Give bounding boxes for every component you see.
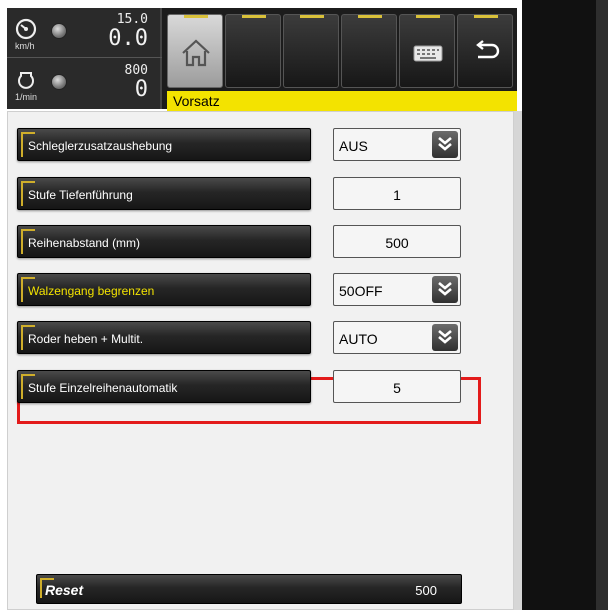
- engine-icon: [18, 72, 34, 89]
- rpm-unit: 1/min: [15, 92, 38, 102]
- button-accent: [184, 15, 208, 18]
- reset-label: Reset: [45, 582, 84, 598]
- button-accent: [21, 374, 23, 399]
- row-label: Reihenabstand (mm): [28, 236, 141, 250]
- toolbar-button-2[interactable]: [225, 14, 281, 88]
- right-side-panel: [522, 0, 608, 610]
- page-title: Vorsatz: [173, 93, 220, 109]
- value-field-stufe-einzelreihenautomatik[interactable]: 5: [333, 370, 461, 403]
- button-accent: [21, 132, 35, 134]
- scroll-strip: [514, 111, 522, 610]
- select-walzengang-begrenzen[interactable]: 50OFF: [333, 273, 461, 306]
- settings-panel: Schleglerzusatzaushebung AUS Stufe Tiefe…: [7, 111, 514, 610]
- button-accent: [21, 181, 23, 206]
- button-accent: [21, 229, 35, 231]
- select-schleglerzusatzaushebung[interactable]: AUS: [333, 128, 461, 161]
- row-button-roder-heben[interactable]: Roder heben + Multit.: [17, 321, 311, 354]
- rpm-value: 0: [134, 77, 148, 102]
- row-label: Walzengang begrenzen: [28, 284, 155, 298]
- row-button-stufe-tiefenfuehrung[interactable]: Stufe Tiefenführung: [17, 177, 311, 210]
- field-value: 1: [393, 187, 401, 203]
- row-button-walzengang-begrenzen[interactable]: Walzengang begrenzen: [17, 273, 311, 306]
- speed-unit: km/h: [15, 41, 35, 51]
- speed-indicator-led: [51, 23, 67, 39]
- dropdown-button[interactable]: [432, 276, 458, 303]
- field-value: 500: [385, 235, 409, 251]
- button-accent: [21, 374, 35, 376]
- speedometer-icon: [15, 18, 37, 40]
- screen-bezel: [596, 0, 608, 610]
- select-value: AUTO: [339, 331, 378, 347]
- home-icon: [182, 39, 210, 67]
- toolbar-button-3[interactable]: [283, 14, 339, 88]
- back-icon: [476, 40, 500, 59]
- dropdown-button[interactable]: [432, 324, 458, 351]
- speed-gauge: km/h 15.0 0.0: [7, 8, 162, 58]
- status-bar: km/h 15.0 0.0 1/min 800 0 Vorsatz: [7, 8, 517, 111]
- home-button[interactable]: [167, 14, 223, 88]
- row-label: Roder heben + Multit.: [28, 332, 144, 346]
- button-accent: [21, 325, 35, 327]
- button-accent: [21, 325, 23, 350]
- reset-button[interactable]: Reset 500: [36, 574, 462, 604]
- rpm-limit: 800: [124, 63, 148, 78]
- dropdown-button[interactable]: [432, 131, 458, 158]
- page-title-bar: Vorsatz: [167, 91, 517, 111]
- row-button-schleglerzusatzaushebung[interactable]: Schleglerzusatzaushebung: [17, 128, 311, 161]
- button-accent: [300, 15, 324, 18]
- chevron-down-icon: [438, 282, 452, 296]
- speed-limit: 15.0: [116, 12, 148, 27]
- button-accent: [40, 578, 42, 598]
- button-accent: [21, 277, 23, 302]
- button-accent: [21, 277, 35, 279]
- select-value: AUS: [339, 138, 368, 154]
- field-value: 5: [393, 380, 401, 396]
- toolbar-button-4[interactable]: [341, 14, 397, 88]
- rpm-gauge: 1/min 800 0: [7, 59, 162, 109]
- value-field-reihenabstand[interactable]: 500: [333, 225, 461, 258]
- value-field-stufe-tiefenfuehrung[interactable]: 1: [333, 177, 461, 210]
- button-accent: [21, 132, 23, 157]
- reset-value: 500: [415, 583, 437, 598]
- row-button-reihenabstand[interactable]: Reihenabstand (mm): [17, 225, 311, 258]
- chevron-down-icon: [438, 330, 452, 344]
- row-label: Stufe Einzelreihenautomatik: [28, 381, 178, 395]
- keyboard-button[interactable]: [399, 14, 455, 88]
- gauge-panel: km/h 15.0 0.0 1/min 800 0: [7, 8, 162, 109]
- back-button[interactable]: [457, 14, 513, 88]
- select-value: 50OFF: [339, 283, 383, 299]
- row-label: Schleglerzusatzaushebung: [28, 139, 173, 153]
- select-roder-heben[interactable]: AUTO: [333, 321, 461, 354]
- speed-value: 0.0: [108, 26, 148, 51]
- keyboard-icon: [413, 45, 443, 62]
- button-accent: [21, 181, 35, 183]
- button-accent: [40, 578, 54, 580]
- chevron-down-icon: [438, 137, 452, 151]
- row-label: Stufe Tiefenführung: [28, 188, 133, 202]
- button-accent: [416, 15, 440, 18]
- rpm-indicator-led: [51, 74, 67, 90]
- button-accent: [474, 15, 498, 18]
- button-accent: [21, 229, 23, 254]
- button-accent: [358, 15, 382, 18]
- row-button-stufe-einzelreihenautomatik[interactable]: Stufe Einzelreihenautomatik: [17, 370, 311, 403]
- button-accent: [242, 15, 266, 18]
